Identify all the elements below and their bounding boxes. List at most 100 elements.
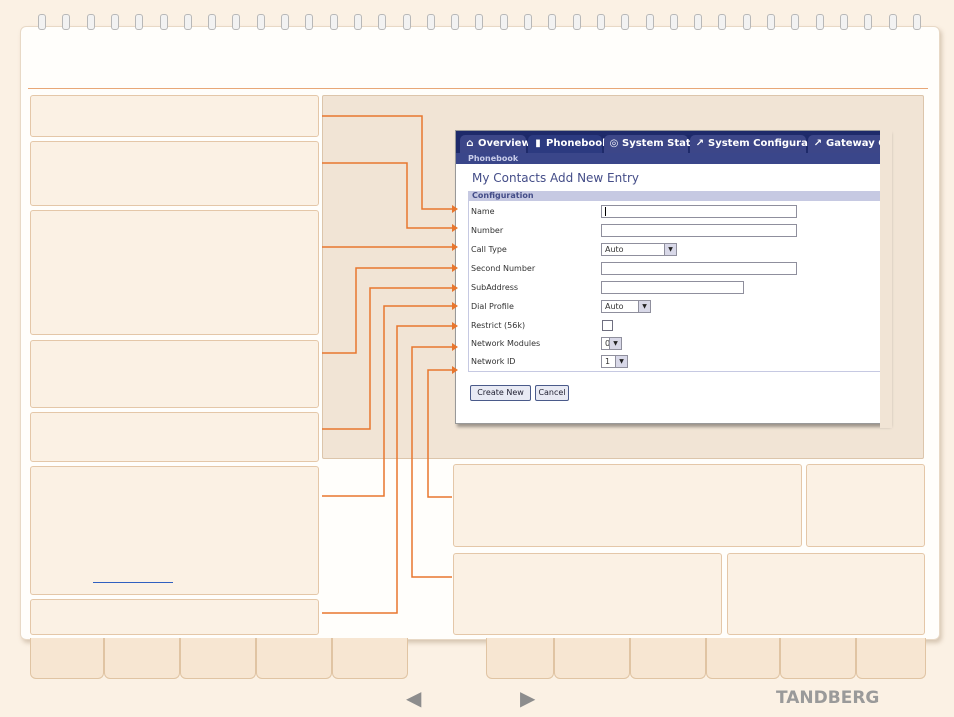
chevron-down-icon: ▼ xyxy=(638,301,650,312)
binder-ring xyxy=(815,14,824,30)
binder-ring xyxy=(912,14,921,30)
binder-ring xyxy=(402,14,411,30)
name-input[interactable] xyxy=(601,205,797,218)
tab-system-configuration[interactable]: ↗ System Configuration xyxy=(690,135,830,153)
binder-ring xyxy=(159,14,168,30)
binder-ring xyxy=(791,14,800,30)
chapter-tab-11[interactable] xyxy=(780,638,856,679)
wrench-icon: ↗ xyxy=(695,138,705,149)
chevron-down-icon: ▼ xyxy=(615,356,627,367)
network-modules-select[interactable]: 0 ▼ xyxy=(601,337,622,350)
binder-ring xyxy=(329,14,338,30)
binder-ring xyxy=(232,14,241,30)
binder-ring xyxy=(694,14,703,30)
desc-box-second-number xyxy=(30,340,319,408)
binder-ring xyxy=(572,14,581,30)
binder-ring xyxy=(742,14,751,30)
web-ui-screenshot: ⌂ Overview ▮ Phonebook ◎ System Status ↗ Sys… xyxy=(455,130,889,424)
binder-ring xyxy=(475,14,484,30)
binder-ring xyxy=(281,14,289,30)
binder-ring xyxy=(353,14,362,30)
binder-ring xyxy=(378,14,387,30)
subaddress-input[interactable] xyxy=(601,281,744,294)
binder-rings xyxy=(28,14,928,34)
torn-edge xyxy=(880,128,892,428)
binder-ring xyxy=(38,14,46,30)
desc-box-name xyxy=(30,95,319,137)
restrict-checkbox[interactable] xyxy=(602,320,613,331)
binder-ring xyxy=(451,14,460,30)
desc-box-dial-profile xyxy=(30,466,319,595)
header-rule xyxy=(28,88,928,89)
desc-box-restrict xyxy=(30,599,319,635)
binder-ring xyxy=(864,14,873,30)
binder-ring xyxy=(426,14,435,30)
tab-gateway-configuration[interactable]: ↗Gateway Con xyxy=(808,135,888,153)
chapter-tab-4[interactable] xyxy=(256,638,332,679)
breadcrumb: Phonebook xyxy=(456,153,888,164)
chevron-down-icon: ▼ xyxy=(609,338,621,349)
binder-ring xyxy=(86,14,95,30)
tab-phonebook[interactable]: ▮ Phonebook xyxy=(528,135,609,153)
binder-ring xyxy=(208,14,217,30)
chapter-tabs xyxy=(0,638,954,684)
next-page-arrow[interactable]: ▶ xyxy=(520,688,535,708)
hyperlink-underline[interactable] xyxy=(93,582,173,583)
binder-ring xyxy=(888,14,897,30)
chapter-tab-9[interactable] xyxy=(630,638,706,679)
binder-ring xyxy=(499,14,508,30)
brand-logo: TANDBERG xyxy=(776,688,880,708)
binder-ring xyxy=(645,14,654,30)
binder-ring xyxy=(718,14,727,30)
chevron-down-icon: ▼ xyxy=(664,244,676,255)
side-note-box-2 xyxy=(727,553,925,635)
section-header: Configuration xyxy=(468,191,888,201)
tab-system-status[interactable]: ◎ System Status xyxy=(604,135,704,153)
create-new-button[interactable]: Create New xyxy=(470,385,531,401)
home-icon: ⌂ xyxy=(466,138,474,149)
desc-box-call-type xyxy=(30,210,319,335)
binder-ring xyxy=(524,14,532,30)
desc-box-network-modules xyxy=(453,553,722,635)
cancel-button[interactable]: Cancel xyxy=(535,385,569,401)
call-type-select[interactable]: Auto ▼ xyxy=(601,243,677,256)
book-icon: ▮ xyxy=(535,138,541,149)
binder-ring xyxy=(110,14,119,30)
binder-ring xyxy=(767,14,775,30)
label-number: Number xyxy=(471,226,504,235)
desc-box-subaddress xyxy=(30,412,319,462)
dial-profile-select[interactable]: Auto ▼ xyxy=(601,300,651,313)
side-note-box-1 xyxy=(806,464,925,547)
desc-box-network-id xyxy=(453,464,802,547)
wrench-icon: ↗ xyxy=(813,138,823,149)
binder-ring xyxy=(839,14,848,30)
chapter-tab-12[interactable] xyxy=(856,638,926,679)
label-name: Name xyxy=(471,207,495,216)
binder-ring xyxy=(256,14,265,30)
desc-box-number xyxy=(30,141,319,206)
prev-page-arrow[interactable]: ◀ xyxy=(406,688,421,708)
binder-ring xyxy=(135,14,144,30)
binder-ring xyxy=(62,14,71,30)
number-input[interactable] xyxy=(601,224,797,237)
chapter-tab-10[interactable] xyxy=(706,638,780,679)
chapter-tab-7[interactable] xyxy=(486,638,554,679)
chapter-tab-2[interactable] xyxy=(104,638,180,679)
tab-overview[interactable]: ⌂ Overview xyxy=(460,135,531,153)
binder-ring xyxy=(621,14,630,30)
tab-bar: ⌂ Overview ▮ Phonebook ◎ System Status ↗ Sys… xyxy=(456,131,888,153)
binder-ring xyxy=(183,14,192,30)
binder-ring xyxy=(596,14,605,30)
second-number-input[interactable] xyxy=(601,262,797,275)
chapter-tab-5[interactable] xyxy=(332,638,408,679)
label-restrict: Restrict (56k) xyxy=(471,321,526,330)
binder-ring xyxy=(548,14,557,30)
chapter-tab-8[interactable] xyxy=(554,638,630,679)
network-id-select[interactable]: 1 ▼ xyxy=(601,355,628,368)
binder-ring xyxy=(305,14,314,30)
chapter-tab-1[interactable] xyxy=(30,638,104,679)
label-network-id: Network ID xyxy=(471,357,516,366)
label-subaddress: SubAddress xyxy=(471,283,519,292)
chapter-tab-3[interactable] xyxy=(180,638,256,679)
text-caret xyxy=(605,207,606,216)
